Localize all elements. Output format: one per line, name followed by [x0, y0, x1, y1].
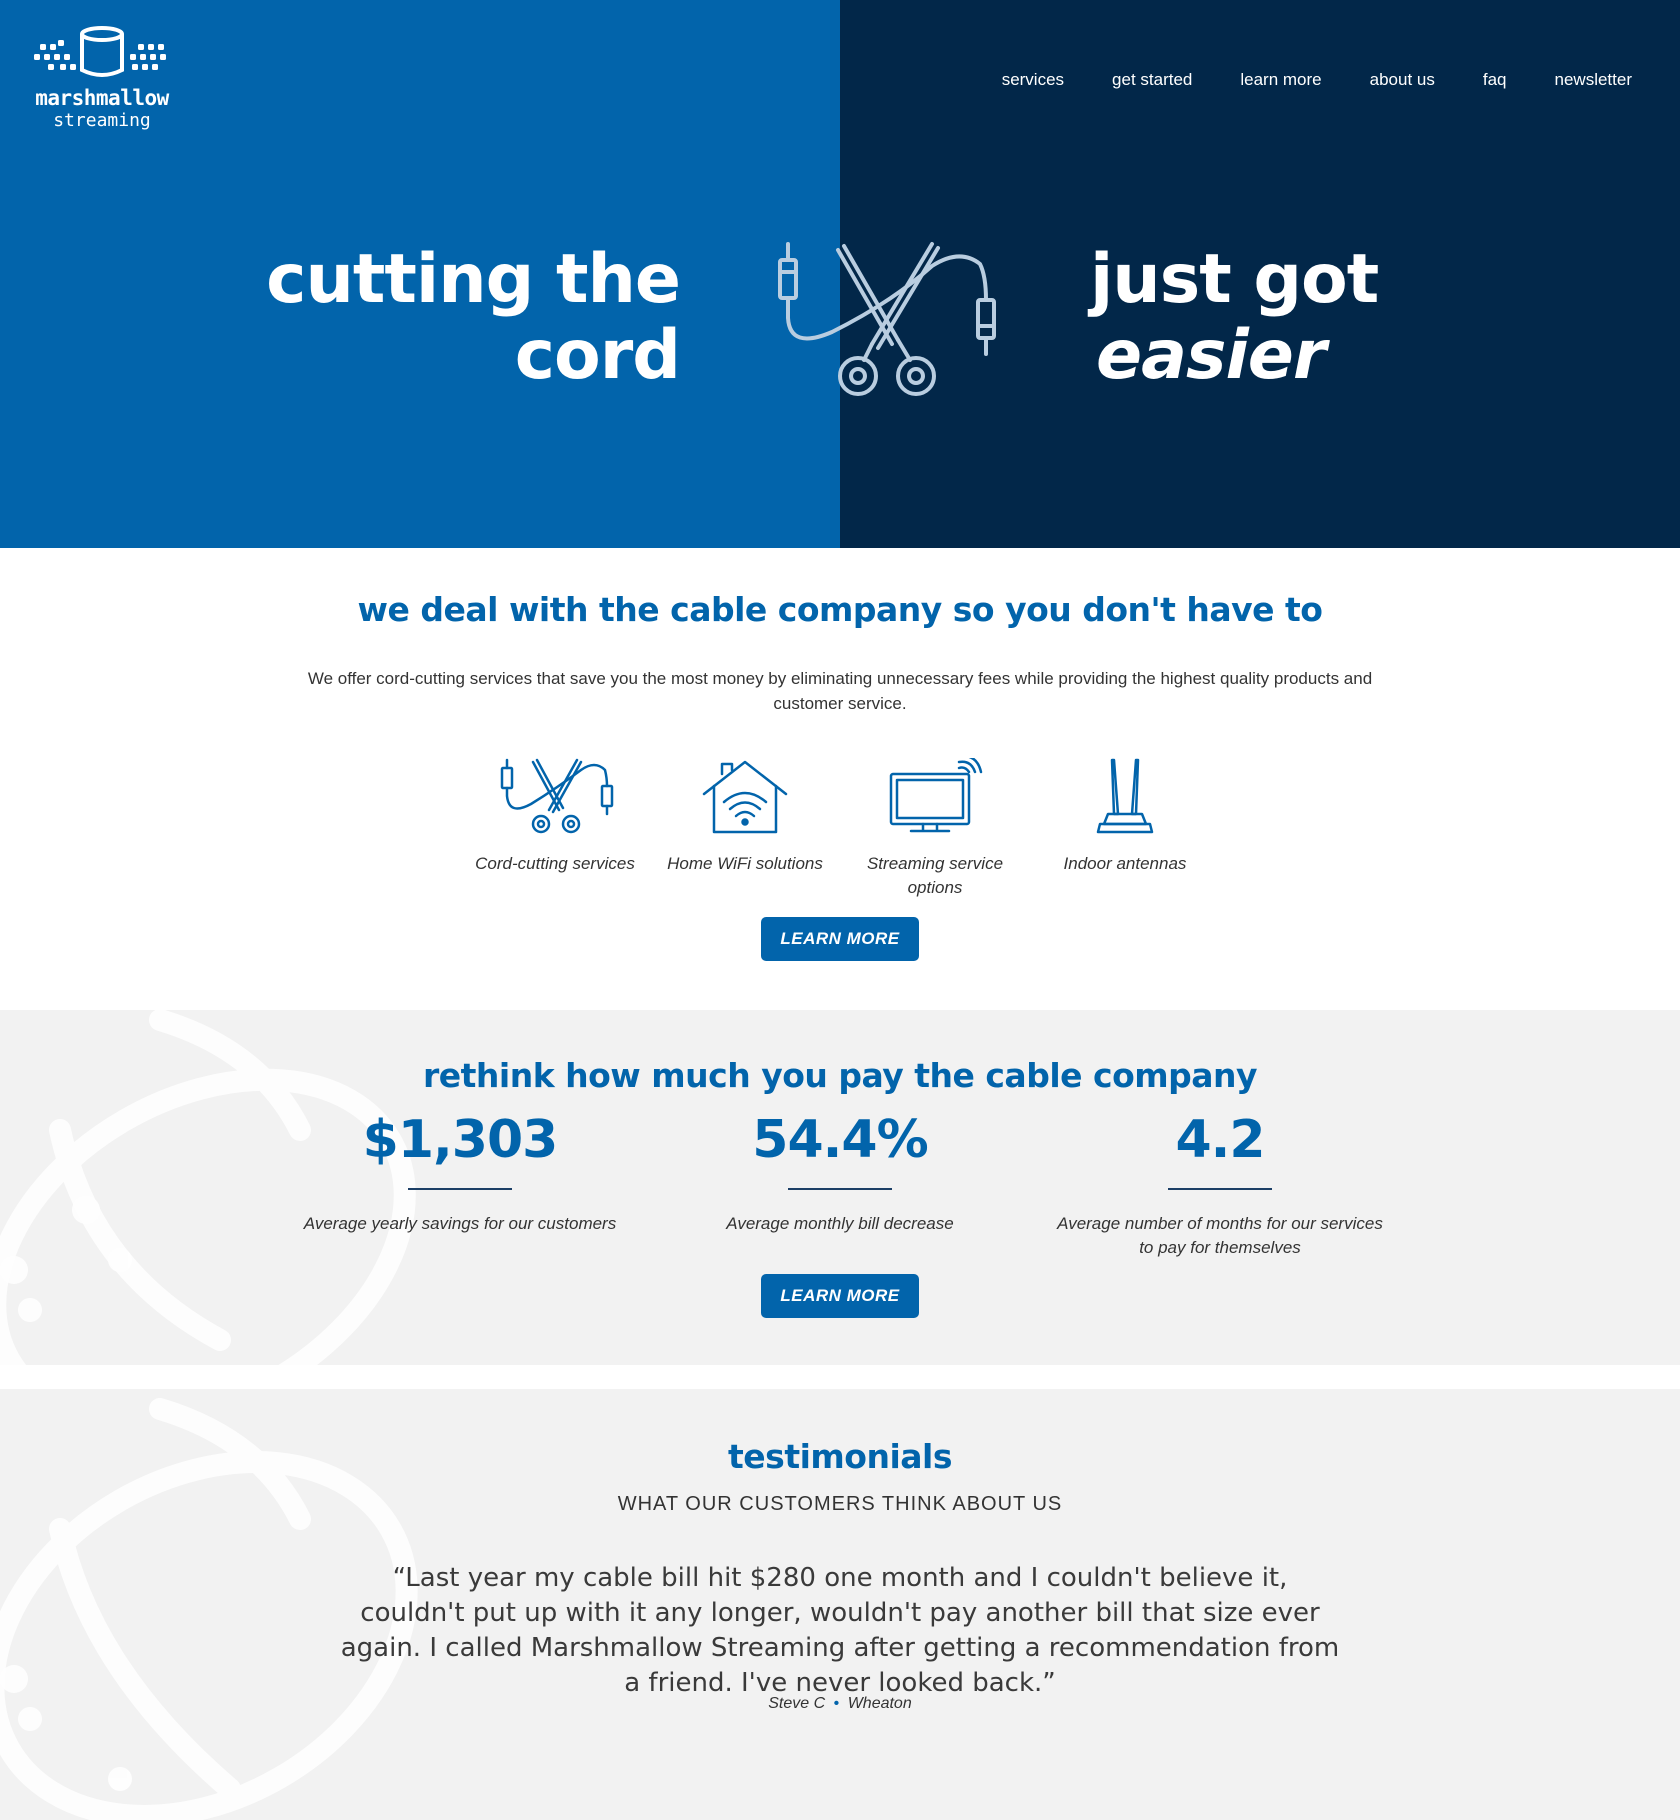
testimonials-subtitle: WHAT OUR CUSTOMERS THINK ABOUT US	[617, 1493, 1063, 1515]
feature-label: Streaming service options	[866, 854, 1004, 897]
section-gap	[0, 1365, 1680, 1389]
services-description: We offer cord-cutting services that save…	[307, 669, 1373, 713]
marshmallow-logo-icon	[34, 26, 166, 77]
nav-faq[interactable]: faq	[1483, 70, 1507, 90]
learn-more-button[interactable]: LEARN MORE	[761, 917, 919, 961]
hero-headline-left: cutting the cord	[266, 240, 681, 395]
stats-title: rethink how much you pay the cable compa…	[422, 1056, 1258, 1095]
stat-value: 4.2	[1175, 1110, 1265, 1170]
stat-divider	[788, 1188, 892, 1190]
feature-list: Cord-cutting services Home WiFi solution…	[460, 758, 1220, 908]
stat-value: $1,303	[362, 1110, 559, 1170]
feature-label: Cord-cutting services	[475, 854, 635, 873]
stat-label: Average yearly savings for our customers	[303, 1214, 617, 1233]
testimonial-author: Steve C	[768, 1695, 826, 1712]
feature-label: Indoor antennas	[1063, 854, 1187, 873]
hero: marshmallow streaming services get start…	[0, 0, 1680, 548]
services-section: we deal with the cable company so you do…	[0, 548, 1680, 1010]
stat-divider	[408, 1188, 512, 1190]
stat-label: Average monthly bill decrease	[726, 1214, 954, 1233]
cord-cutting-scissors-icon	[778, 242, 996, 396]
feature-home-wifi[interactable]: Home WiFi solutions	[650, 758, 840, 876]
testimonials-title: testimonials	[728, 1437, 952, 1476]
hero-right-line2: easier	[1096, 316, 1326, 395]
main-nav: services get started learn more about us…	[954, 70, 1632, 90]
cord-cutting-icon	[500, 758, 614, 834]
logo-wordmark: marshmallow	[35, 86, 169, 110]
nav-about-us[interactable]: about us	[1370, 70, 1435, 90]
feature-label: Home WiFi solutions	[667, 854, 823, 873]
feature-antenna[interactable]: Indoor antennas	[1030, 758, 1220, 876]
tv-streaming-icon	[889, 758, 983, 833]
stats-section: rethink how much you pay the cable compa…	[0, 1010, 1680, 1365]
stat-bill-decrease: 54.4% Average monthly bill decrease	[650, 1110, 1030, 1236]
logo[interactable]: marshmallow streaming	[22, 26, 182, 134]
logo-subtitle: streaming	[53, 110, 151, 131]
feature-cord-cutting[interactable]: Cord-cutting services	[460, 758, 650, 876]
stat-yearly-savings: $1,303 Average yearly savings for our cu…	[270, 1110, 650, 1236]
hero-left-line2: cord	[514, 316, 681, 395]
nav-get-started[interactable]: get started	[1112, 70, 1192, 90]
testimonial-location: Wheaton	[847, 1695, 912, 1712]
testimonial-quote: “Last year my cable bill hit $280 one mo…	[340, 1563, 1340, 1698]
services-title: we deal with the cable company so you do…	[357, 590, 1323, 629]
stat-payback-months: 4.2 Average number of months for our ser…	[1030, 1110, 1410, 1260]
hero-left-line1: cutting the	[266, 240, 681, 319]
learn-more-button[interactable]: LEARN MORE	[761, 1274, 919, 1318]
hero-headline-right: just got easier	[1090, 240, 1379, 395]
home-wifi-icon	[702, 760, 788, 834]
stat-label: Average number of months for our service…	[1057, 1214, 1383, 1257]
citation-separator: •	[833, 1695, 840, 1712]
stat-value: 54.4%	[752, 1110, 928, 1170]
nav-learn-more[interactable]: learn more	[1240, 70, 1321, 90]
hero-right-line1: just got	[1090, 240, 1379, 319]
nav-newsletter[interactable]: newsletter	[1555, 70, 1632, 90]
feature-streaming[interactable]: Streaming service options	[840, 758, 1030, 900]
nav-services[interactable]: services	[1002, 70, 1064, 90]
stat-divider	[1168, 1188, 1272, 1190]
testimonials-section: testimonials WHAT OUR CUSTOMERS THINK AB…	[0, 1389, 1680, 1820]
antenna-icon	[1096, 758, 1154, 834]
testimonial-citation: Steve C • Wheaton	[0, 1695, 1680, 1713]
